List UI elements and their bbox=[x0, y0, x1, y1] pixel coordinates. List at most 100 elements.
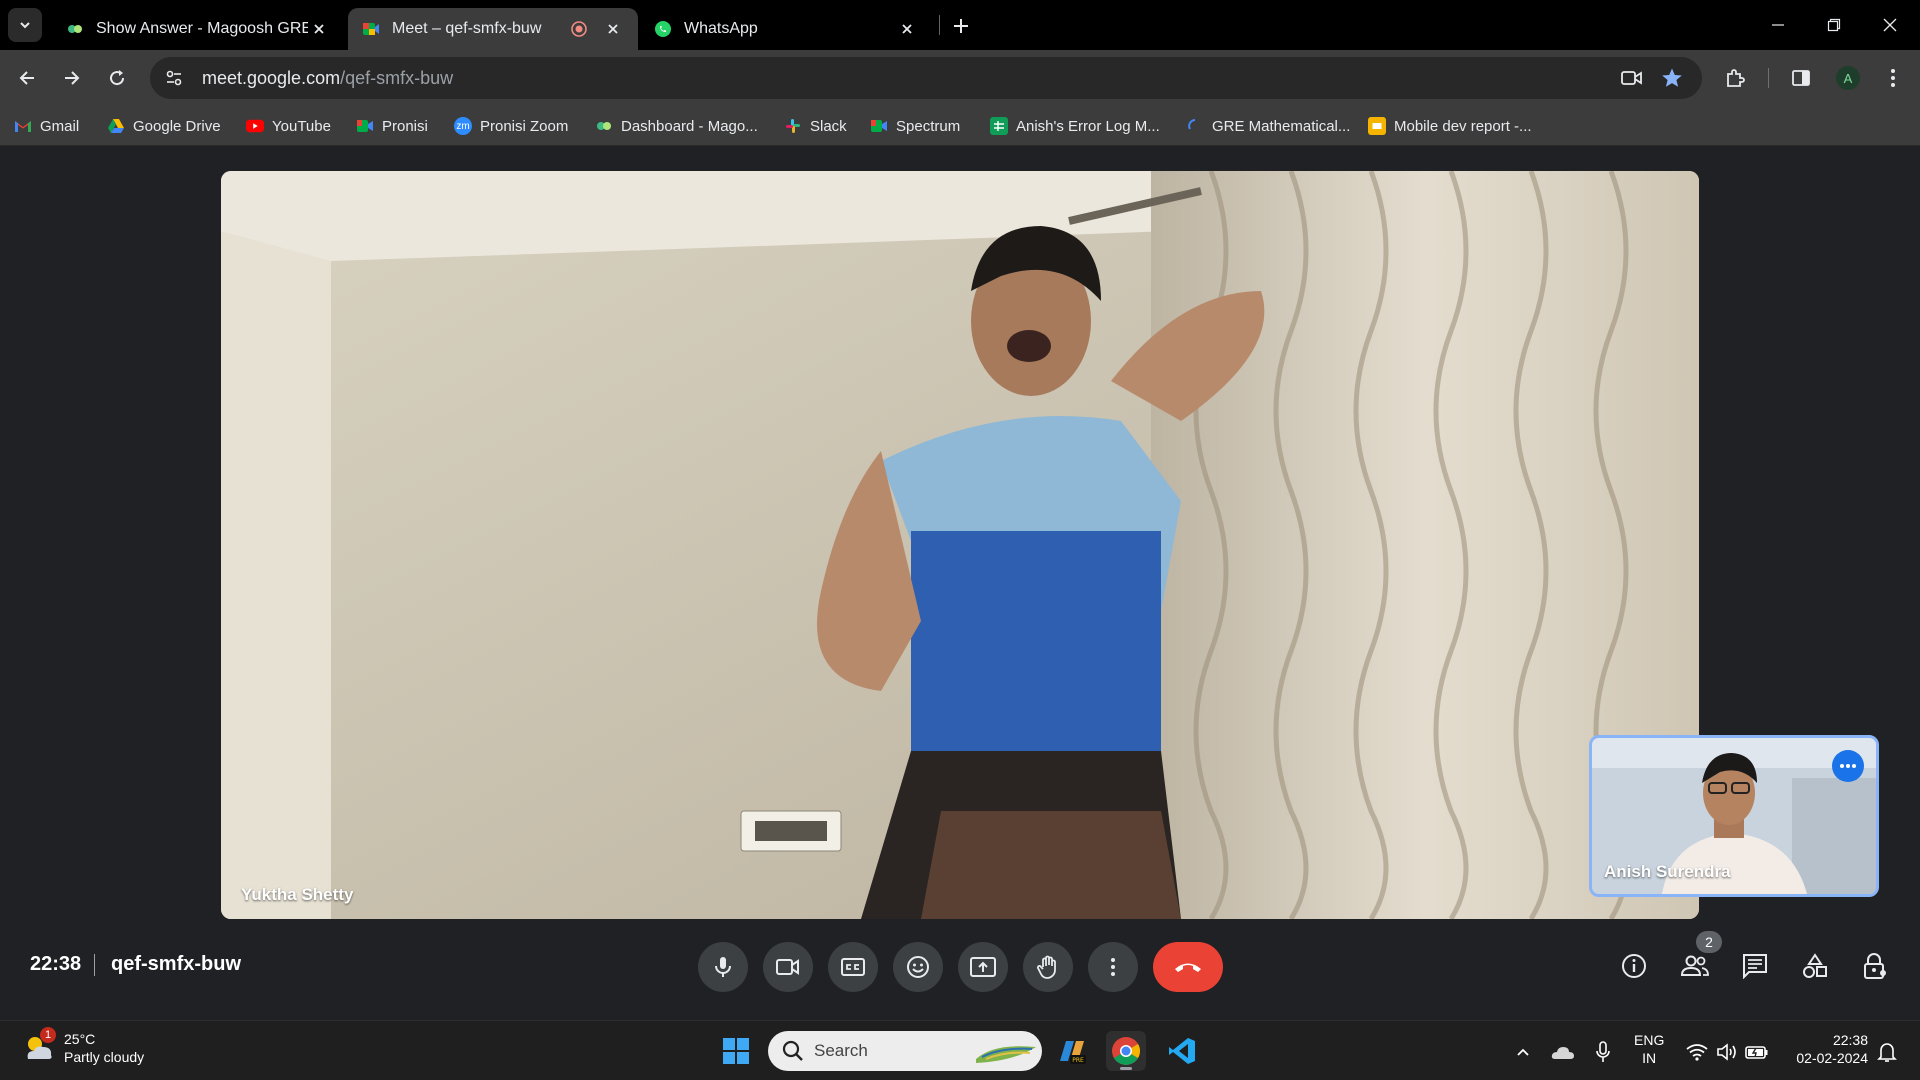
activities-button[interactable] bbox=[1797, 948, 1833, 984]
tab-magoosh[interactable]: Show Answer - Magoosh GRE bbox=[52, 8, 344, 50]
weather-widget[interactable]: 1 25°C Partly cloudy bbox=[22, 1027, 144, 1066]
wifi-button[interactable] bbox=[1684, 1039, 1710, 1065]
battery-charging-icon bbox=[1745, 1046, 1768, 1059]
more-options-button[interactable] bbox=[1088, 942, 1138, 992]
bookmark-pronisi-zoom[interactable]: zm Pronisi Zoom bbox=[454, 115, 568, 137]
address-bar[interactable]: meet.google.com/qef-smfx-buw bbox=[150, 57, 1702, 99]
chevron-down-icon bbox=[20, 22, 30, 29]
bookmark-slack[interactable]: Slack bbox=[784, 115, 847, 137]
language-indicator[interactable]: ENG IN bbox=[1634, 1031, 1664, 1067]
close-window-button[interactable] bbox=[1862, 0, 1918, 50]
back-button[interactable] bbox=[11, 62, 43, 94]
taskbar-chrome[interactable] bbox=[1106, 1031, 1146, 1071]
meet-icon bbox=[356, 117, 374, 135]
meeting-details-button[interactable] bbox=[1616, 948, 1652, 984]
reload-button[interactable] bbox=[101, 62, 133, 94]
close-icon bbox=[1883, 18, 1897, 32]
microphone-button[interactable] bbox=[698, 942, 748, 992]
self-video-tile[interactable]: Anish Surendra bbox=[1589, 735, 1879, 897]
bookmark-error-log[interactable]: Anish's Error Log M... bbox=[990, 115, 1160, 137]
chrome-icon bbox=[1112, 1037, 1140, 1065]
microphone-in-use-button[interactable] bbox=[1590, 1039, 1616, 1065]
chat-button[interactable] bbox=[1737, 948, 1773, 984]
bookmark-dashboard-magoosh[interactable]: Dashboard - Mago... bbox=[595, 115, 758, 137]
close-icon[interactable] bbox=[308, 18, 330, 40]
more-vertical-icon bbox=[1111, 958, 1115, 976]
reactions-button[interactable] bbox=[893, 942, 943, 992]
clock-date[interactable]: 22:38 02-02-2024 bbox=[1786, 1031, 1868, 1067]
bookmark-gre-mathematical[interactable]: GRE Mathematical... bbox=[1186, 115, 1350, 137]
tab-meet[interactable]: Meet – qef-smfx-buw bbox=[348, 8, 638, 50]
close-icon[interactable] bbox=[896, 18, 918, 40]
self-tile-more-button[interactable] bbox=[1832, 750, 1864, 782]
tune-icon bbox=[166, 70, 182, 86]
bookmark-mobile-dev-report[interactable]: Mobile dev report -... bbox=[1368, 115, 1532, 137]
slack-icon bbox=[784, 117, 802, 135]
plus-icon bbox=[954, 19, 968, 33]
new-tab-button[interactable] bbox=[948, 13, 974, 39]
bookmark-gmail[interactable]: Gmail bbox=[14, 115, 79, 137]
profile-button[interactable]: A bbox=[1832, 62, 1864, 94]
whatsapp-icon bbox=[655, 21, 671, 37]
gmail-icon bbox=[14, 117, 32, 135]
participant-name: Yuktha Shetty bbox=[241, 885, 354, 904]
copilot-icon: PRE bbox=[1060, 1041, 1086, 1064]
captions-button[interactable] bbox=[828, 942, 878, 992]
search-placeholder: Search bbox=[814, 1041, 868, 1060]
wifi-icon bbox=[1686, 1044, 1708, 1061]
tab-strip: Show Answer - Magoosh GRE Meet – qef-smf… bbox=[0, 0, 1920, 50]
extensions-button[interactable] bbox=[1720, 62, 1752, 94]
notifications-button[interactable] bbox=[1874, 1039, 1900, 1065]
drive-icon bbox=[107, 117, 125, 135]
show-hidden-icons-button[interactable] bbox=[1510, 1039, 1536, 1065]
bookmark-pronisi[interactable]: Pronisi bbox=[356, 115, 428, 137]
more-vertical-icon bbox=[1891, 69, 1895, 87]
shapes-icon bbox=[1803, 953, 1827, 978]
bookmark-youtube[interactable]: YouTube bbox=[246, 115, 331, 137]
tab-whatsapp[interactable]: WhatsApp bbox=[640, 8, 932, 50]
forward-button[interactable] bbox=[56, 62, 88, 94]
hand-icon bbox=[1037, 955, 1056, 979]
taskbar-search[interactable]: Search bbox=[768, 1031, 1042, 1071]
meet-stage: Yuktha Shetty Anish Surendra 22:38 qef-s… bbox=[0, 147, 1920, 1020]
windows-icon bbox=[723, 1038, 749, 1064]
tab-search-button[interactable] bbox=[8, 8, 42, 42]
meet-icon bbox=[363, 23, 379, 35]
meet-icon bbox=[870, 117, 888, 135]
restore-button[interactable] bbox=[1806, 0, 1862, 50]
chat-icon bbox=[1743, 954, 1767, 979]
bookmark-spectrum[interactable]: Spectrum bbox=[870, 115, 960, 137]
raise-hand-button[interactable] bbox=[1023, 942, 1073, 992]
video-camera-icon bbox=[776, 959, 799, 975]
present-screen-icon bbox=[970, 957, 996, 977]
bookmark-google-drive[interactable]: Google Drive bbox=[107, 115, 221, 137]
chevron-up-icon bbox=[1517, 1048, 1529, 1056]
camera-button[interactable] bbox=[763, 942, 813, 992]
video-camera-icon bbox=[1621, 71, 1642, 85]
close-icon[interactable] bbox=[602, 18, 624, 40]
meet-control-bar: 22:38 qef-smfx-buw 2 bbox=[0, 919, 1920, 1020]
host-controls-button[interactable] bbox=[1857, 948, 1893, 984]
side-panel-button[interactable] bbox=[1785, 62, 1817, 94]
taskbar-vscode[interactable] bbox=[1162, 1031, 1202, 1071]
site-info-button[interactable] bbox=[154, 58, 194, 98]
self-participant-name: Anish Surendra bbox=[1604, 862, 1731, 881]
main-video-tile[interactable]: Yuktha Shetty bbox=[221, 171, 1699, 919]
cloud-icon bbox=[1551, 1047, 1574, 1059]
onedrive-button[interactable] bbox=[1550, 1039, 1576, 1065]
browser-menu-button[interactable] bbox=[1877, 62, 1909, 94]
leave-call-button[interactable] bbox=[1153, 942, 1223, 992]
bookmark-star-button[interactable] bbox=[1656, 62, 1688, 94]
avatar: A bbox=[1836, 66, 1860, 90]
minimize-button[interactable] bbox=[1750, 0, 1806, 50]
taskbar-copilot-pre[interactable]: PRE bbox=[1052, 1031, 1092, 1071]
tab-title: Meet – qef-smfx-buw bbox=[392, 20, 542, 37]
battery-button[interactable] bbox=[1744, 1039, 1770, 1065]
divider bbox=[94, 954, 95, 976]
present-screen-button[interactable] bbox=[958, 942, 1008, 992]
people-button[interactable] bbox=[1677, 948, 1713, 984]
volume-button[interactable] bbox=[1714, 1039, 1740, 1065]
camera-in-use-button[interactable] bbox=[1616, 62, 1648, 94]
start-button[interactable] bbox=[716, 1031, 756, 1071]
youtube-icon bbox=[246, 117, 264, 135]
